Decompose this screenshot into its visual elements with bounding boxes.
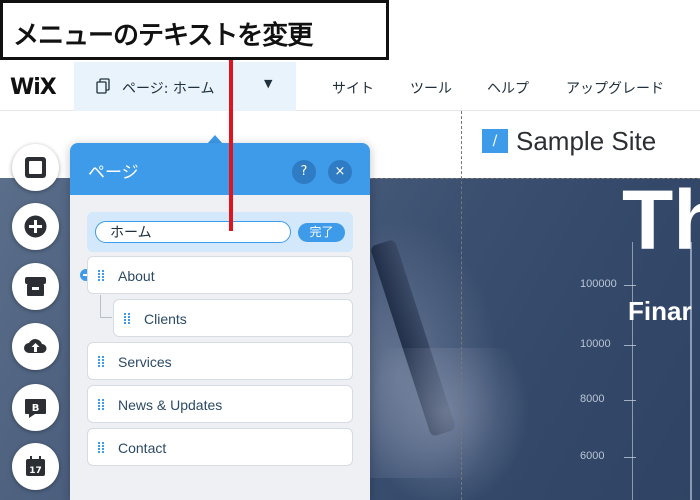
chart-frame-2 [690,242,700,500]
chevron-down-icon: ▼ [264,77,273,90]
hero-headline[interactable]: Th [622,178,700,262]
site-logo[interactable]: / [482,129,508,153]
page-item-news-updates[interactable]: News & Updates [87,385,353,423]
menu-help[interactable]: ヘルプ [487,78,529,98]
tick-line [624,285,636,286]
page-item-about[interactable]: About [87,256,353,294]
drag-handle-icon[interactable] [98,270,106,281]
blog-button[interactable]: B [12,384,59,431]
menu-site[interactable]: サイト [332,78,374,98]
close-button[interactable]: × [328,160,352,184]
site-title[interactable]: Sample Site [516,126,656,157]
drag-handle-icon[interactable] [124,313,132,324]
page-item-label: News & Updates [118,397,223,413]
page-item-label: About [118,268,155,284]
hero-subheadline[interactable]: Finar [628,296,692,327]
tick-line [624,457,636,458]
page-selector-label: ページ: ホーム [122,81,215,97]
svg-text:17: 17 [29,466,42,476]
pages-icon [96,78,110,94]
tick-label: 8000 [580,393,605,405]
pages-panel-header: ページ ? × [70,143,370,195]
chart-frame [632,242,692,500]
bookings-button[interactable]: 17 [12,443,59,490]
menu-tools[interactable]: ツール [410,78,452,98]
upload-icon [24,339,47,353]
svg-text:B: B [32,403,40,414]
tick-label: 6000 [580,450,605,462]
wix-logo[interactable]: WiX [10,75,57,100]
drag-handle-icon[interactable] [98,399,106,410]
page-selector[interactable]: ページ: ホーム ▼ [74,62,296,111]
page-item-label: Clients [144,311,187,327]
rename-row: 完了 [87,212,353,252]
page-item-services[interactable]: Services [87,342,353,380]
add-button[interactable] [12,203,59,250]
done-button[interactable]: 完了 [298,223,345,242]
blog-icon: B [25,399,46,418]
pages-panel-title: ページ [88,163,139,183]
page-item-contact[interactable]: Contact [87,428,353,466]
layout-guide-horizontal [370,178,700,179]
tick-label: 10000 [580,338,611,350]
annotation-text: メニューのテキストを変更 [13,21,313,51]
background-icon [25,157,46,178]
menu-upgrade[interactable]: アップグレード [566,78,664,98]
app-market-button[interactable] [12,263,59,310]
page-name-input[interactable] [95,221,291,243]
page-item-label: Services [118,354,172,370]
tree-connector [100,295,101,317]
tree-connector [100,317,112,318]
annotation-callout: メニューのテキストを変更 [0,0,389,60]
help-button[interactable]: ? [292,160,316,184]
background-button[interactable] [12,144,59,191]
page-item-label: Contact [118,440,167,456]
layout-guide-vertical [461,111,462,500]
add-icon [24,215,47,238]
annotation-pointer-line [229,60,233,231]
app-market-icon [25,277,46,296]
drag-handle-icon[interactable] [98,356,106,367]
bookings-icon: 17 [26,456,45,476]
tick-label: 100000 [580,278,617,290]
tick-line [624,400,636,401]
tick-line [624,345,636,346]
editor-top-bar: WiX ページ: ホーム ▼ サイト ツール ヘルプ アップグレード [0,62,700,111]
page-item-clients[interactable]: Clients [113,299,353,337]
drag-handle-icon[interactable] [98,442,106,453]
hand-image [360,348,530,500]
pages-panel: ページ ? × 完了 About Clients Services News &… [70,143,370,500]
upload-button[interactable] [12,323,59,370]
